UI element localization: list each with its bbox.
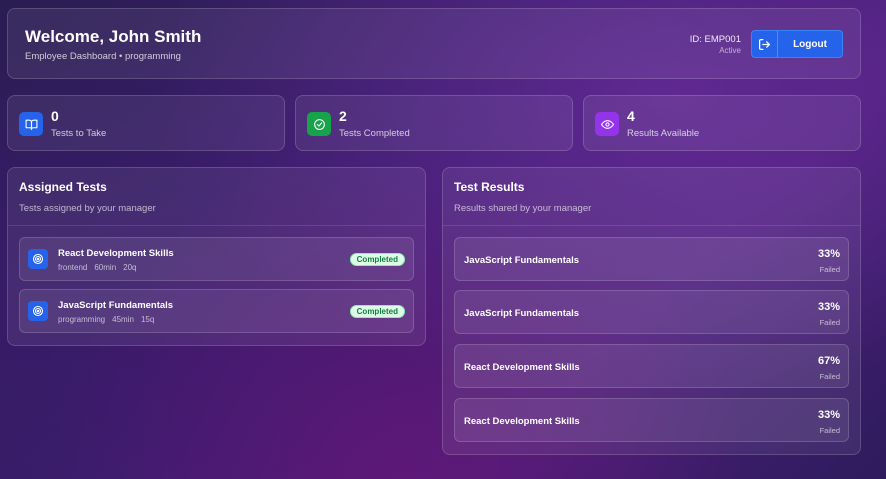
stat-card-results-available: 4 Results Available	[583, 95, 861, 151]
assigned-tests-subtitle: Tests assigned by your manager	[19, 203, 156, 214]
result-status: Failed	[819, 318, 840, 327]
stat-card-tests-to-take: 0 Tests to Take	[7, 95, 285, 151]
book-open-icon	[19, 112, 43, 136]
result-score: 33%	[817, 409, 840, 421]
test-meta: programming 45min 15q	[58, 315, 154, 324]
result-item[interactable]: React Development Skills 67% Failed	[454, 344, 849, 388]
test-category: frontend	[58, 263, 88, 272]
check-circle-icon	[307, 112, 331, 136]
status-badge: Completed	[349, 305, 405, 318]
test-questions: 20q	[123, 263, 137, 272]
status-badge: Completed	[349, 253, 405, 266]
employee-status: Active	[719, 46, 741, 55]
target-icon	[28, 301, 48, 321]
result-test-name: JavaScript Fundamentals	[464, 308, 580, 319]
employee-id: ID: EMP001	[689, 34, 741, 45]
stat-value: 0	[51, 108, 59, 124]
test-name: React Development Skills	[58, 248, 174, 259]
target-icon	[28, 249, 48, 269]
divider	[8, 225, 425, 226]
assigned-tests-panel: Assigned Tests Tests assigned by your ma…	[7, 167, 426, 346]
divider	[443, 225, 860, 226]
welcome-title: Welcome, John Smith	[25, 27, 202, 46]
logout-button[interactable]: Logout	[751, 30, 843, 58]
logout-icon	[752, 31, 778, 57]
assigned-test-item[interactable]: React Development Skills frontend 60min …	[19, 237, 414, 281]
result-score: 33%	[817, 301, 840, 313]
result-status: Failed	[819, 372, 840, 381]
result-item[interactable]: JavaScript Fundamentals 33% Failed	[454, 290, 849, 334]
test-category: programming	[58, 315, 106, 324]
logout-label: Logout	[793, 38, 827, 50]
result-test-name: JavaScript Fundamentals	[464, 255, 580, 266]
test-meta: frontend 60min 20q	[58, 263, 137, 272]
result-status: Failed	[819, 426, 840, 435]
stat-label: Tests to Take	[51, 128, 107, 139]
result-item[interactable]: React Development Skills 33% Failed	[454, 398, 849, 442]
result-score: 33%	[817, 248, 840, 260]
welcome-header: Welcome, John Smith Employee Dashboard •…	[7, 8, 861, 79]
test-results-panel: Test Results Results shared by your mana…	[442, 167, 861, 455]
stat-label: Results Available	[627, 128, 700, 139]
test-results-subtitle: Results shared by your manager	[454, 203, 592, 214]
assigned-tests-title: Assigned Tests	[19, 180, 107, 194]
test-duration: 60min	[94, 263, 117, 272]
test-results-title: Test Results	[454, 180, 525, 194]
stat-card-tests-completed: 2 Tests Completed	[295, 95, 573, 151]
test-duration: 45min	[112, 315, 134, 324]
result-test-name: React Development Skills	[464, 362, 580, 373]
header-subtitle: Employee Dashboard • programming	[25, 51, 181, 62]
assigned-test-item[interactable]: JavaScript Fundamentals programming 45mi…	[19, 289, 414, 333]
eye-icon	[595, 112, 619, 136]
result-score: 67%	[817, 355, 840, 367]
test-questions: 15q	[140, 315, 155, 324]
stat-value: 2	[339, 108, 347, 124]
stat-label: Tests Completed	[339, 128, 410, 139]
result-item[interactable]: JavaScript Fundamentals 33% Failed	[454, 237, 849, 281]
result-test-name: React Development Skills	[464, 416, 580, 427]
test-name: JavaScript Fundamentals	[58, 300, 174, 311]
result-status: Failed	[819, 265, 840, 274]
stat-value: 4	[627, 108, 635, 124]
